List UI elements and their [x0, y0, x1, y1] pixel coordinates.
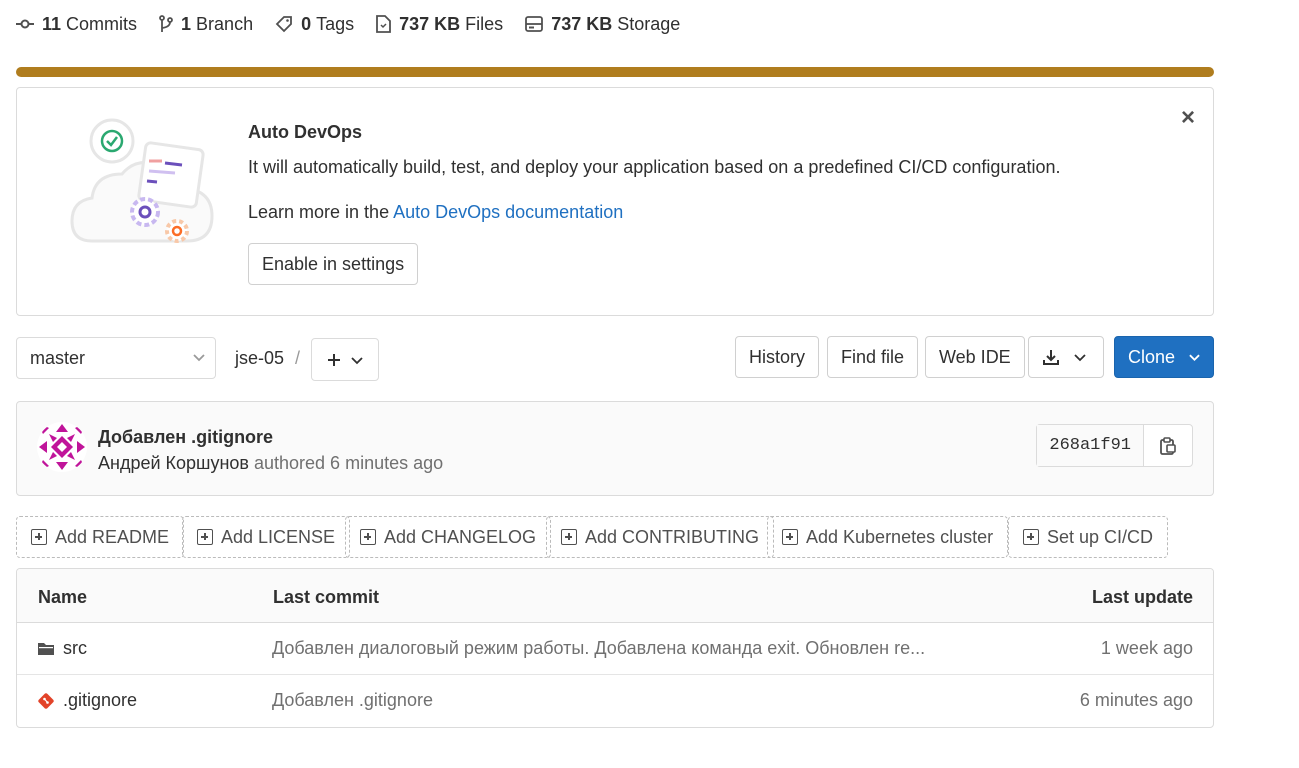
plus-square-icon — [31, 529, 47, 545]
branch-name: master — [30, 348, 86, 368]
setup-ci-cd-button[interactable]: Set up CI/CD — [1008, 516, 1169, 558]
storage-label: Storage — [617, 13, 681, 34]
files-size: 737 KB — [399, 13, 461, 34]
git-icon — [38, 692, 54, 709]
history-button[interactable]: History — [735, 336, 820, 378]
storage-stat[interactable]: 737 KB Storage — [525, 14, 680, 35]
auto-devops-banner: Auto DevOps It will automatically build,… — [16, 87, 1214, 316]
folder-icon — [38, 642, 54, 655]
add-contributing-label: Add CONTRIBUTING — [585, 527, 760, 547]
table-row[interactable]: .gitignore Добавлен .gitignore 6 minutes… — [17, 675, 1213, 727]
storage-size: 737 KB — [551, 13, 613, 34]
clone-dropdown[interactable]: Clone — [1114, 336, 1214, 378]
chevron-down-icon — [351, 356, 363, 364]
add-changelog-button[interactable]: Add CHANGELOG — [345, 516, 552, 558]
breadcrumb-separator: / — [295, 348, 301, 368]
last-commit-box: Добавлен .gitignore Андрей Коршунов auth… — [16, 401, 1214, 496]
add-contributing-button[interactable]: Add CONTRIBUTING — [546, 516, 775, 558]
tags-count: 0 — [301, 13, 312, 34]
last-update-cell: 6 minutes ago — [1079, 690, 1193, 710]
files-label: Files — [465, 13, 504, 34]
file-name-cell[interactable]: .gitignore — [37, 690, 137, 711]
copy-sha-button[interactable] — [1144, 425, 1192, 466]
storage-icon — [525, 16, 544, 32]
repository-usage-bar — [16, 67, 1214, 77]
commit-message-cell[interactable]: Добавлен .gitignore — [272, 690, 433, 711]
column-header-last-update: Last update — [1091, 587, 1193, 607]
avatar[interactable] — [37, 422, 87, 472]
commit-title[interactable]: Добавлен .gitignore — [98, 427, 273, 448]
branch-icon — [159, 15, 173, 32]
learn-more-prefix: Learn more in the — [248, 202, 394, 222]
breadcrumb-project[interactable]: jse-05 — [235, 348, 284, 369]
auto-devops-illustration — [70, 118, 214, 243]
files-stat[interactable]: 737 KB Files — [376, 14, 503, 35]
chevron-down-icon — [1074, 354, 1086, 362]
enable-in-settings-button[interactable]: Enable in settings — [248, 243, 419, 285]
close-icon[interactable]: × — [1181, 106, 1195, 130]
chevron-down-icon — [193, 338, 205, 392]
file-name[interactable]: .gitignore — [63, 690, 137, 711]
find-file-button[interactable]: Find file — [827, 336, 919, 378]
file-name-cell[interactable]: src — [37, 638, 87, 659]
file-icon — [376, 15, 392, 33]
plus-icon — [328, 353, 340, 366]
column-header-last-commit: Last commit — [273, 587, 380, 607]
web-ide-label: Web IDE — [939, 347, 1011, 367]
file-name[interactable]: src — [63, 638, 87, 659]
add-readme-button[interactable]: Add README — [16, 516, 185, 558]
commit-message-cell[interactable]: Добавлен диалоговый режим работы. Добавл… — [272, 638, 925, 659]
add-changelog-label: Add CHANGELOG — [384, 527, 537, 547]
branch-stat[interactable]: 1 Branch — [159, 14, 253, 35]
file-tree-table: Name Last commit Last update src Добавле… — [16, 568, 1214, 728]
commits-stat[interactable]: 11 Commits — [16, 14, 137, 35]
add-license-label: Add LICENSE — [221, 527, 336, 547]
add-readme-label: Add README — [55, 527, 170, 547]
column-header-name: Name — [38, 587, 88, 607]
banner-description: It will automatically build, test, and d… — [248, 157, 1061, 177]
clone-label: Clone — [1128, 347, 1176, 367]
commits-count: 11 — [42, 13, 62, 34]
add-kubernetes-cluster-button[interactable]: Add Kubernetes cluster — [767, 516, 1009, 558]
history-label: History — [749, 347, 806, 367]
plus-square-icon — [360, 529, 376, 545]
commit-icon — [16, 19, 34, 29]
tags-label: Tags — [316, 13, 355, 34]
branch-label: Branch — [196, 13, 254, 34]
chevron-down-icon — [1189, 354, 1200, 362]
plus-square-icon — [197, 529, 213, 545]
download-icon — [1043, 350, 1059, 365]
last-update-cell: 1 week ago — [1100, 638, 1193, 658]
commit-author-line: Андрей Коршунов authored 6 minutes ago — [98, 453, 443, 474]
tags-stat[interactable]: 0 Tags — [275, 14, 354, 35]
add-kubernetes-label: Add Kubernetes cluster — [806, 527, 994, 547]
plus-square-icon — [561, 529, 577, 545]
plus-square-icon — [782, 529, 798, 545]
web-ide-button[interactable]: Web IDE — [925, 336, 1025, 378]
project-stats: 11 Commits 1 Branch 0 Tags 737 KB Files … — [16, 11, 702, 37]
download-dropdown[interactable] — [1028, 336, 1104, 378]
clipboard-icon — [1160, 436, 1176, 455]
commits-label: Commits — [66, 13, 138, 34]
add-to-tree-dropdown[interactable] — [311, 338, 379, 381]
find-file-label: Find file — [841, 347, 905, 367]
branch-selector[interactable]: master — [16, 337, 216, 379]
banner-title: Auto DevOps — [248, 122, 363, 142]
add-license-button[interactable]: Add LICENSE — [182, 516, 351, 558]
tag-icon — [275, 16, 292, 33]
banner-learn-more: Learn more in the Auto DevOps documentat… — [248, 202, 623, 223]
plus-square-icon — [1023, 529, 1039, 545]
commit-author[interactable]: Андрей Коршунов — [98, 453, 249, 473]
table-header: Name Last commit Last update — [17, 569, 1213, 623]
auto-devops-docs-link[interactable]: Auto DevOps documentation — [393, 202, 623, 222]
commit-sha[interactable]: 268a1f91 — [1037, 425, 1144, 466]
commit-authored-time: authored 6 minutes ago — [249, 453, 444, 473]
table-row[interactable]: src Добавлен диалоговый режим работы. До… — [17, 623, 1213, 675]
commit-sha-group: 268a1f91 — [1036, 424, 1193, 467]
branch-count: 1 — [181, 13, 192, 34]
setup-ci-cd-label: Set up CI/CD — [1047, 527, 1154, 547]
